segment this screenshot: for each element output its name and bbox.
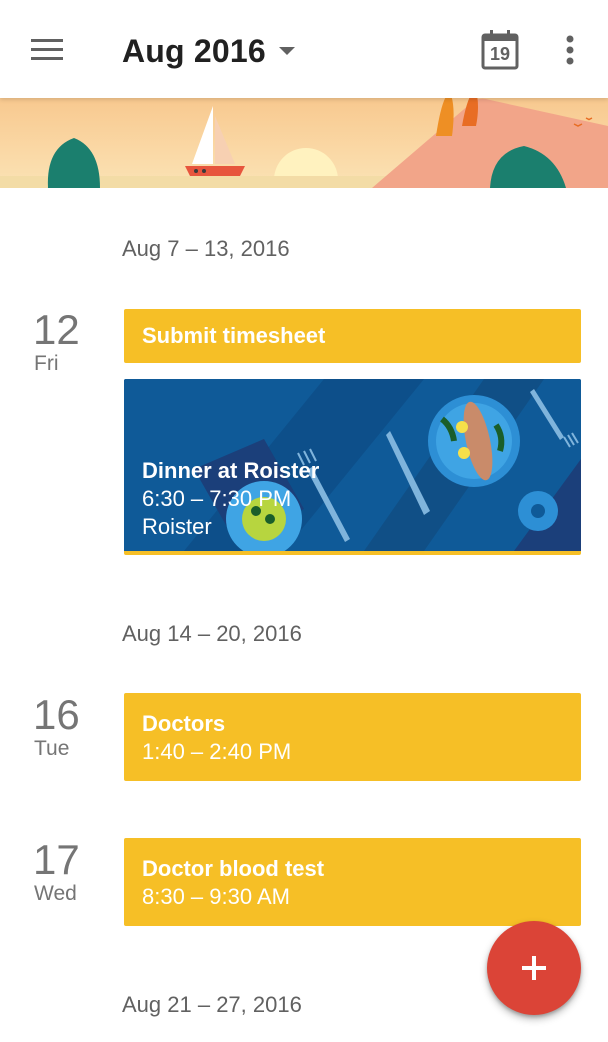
event-title: Doctors <box>142 711 226 736</box>
month-title: Aug 2016 <box>122 32 266 69</box>
day-number: 16 <box>33 691 80 738</box>
day-name: Wed <box>34 882 77 905</box>
day-number: 12 <box>33 306 80 353</box>
day-name: Tue <box>34 737 70 760</box>
event-time: 8:30 – 9:30 AM <box>142 884 290 909</box>
caret-down-icon <box>278 43 296 61</box>
event-dinner-at-roister[interactable]: Dinner at Roister 6:30 – 7:30 PM Roister <box>124 379 581 555</box>
add-event-button[interactable] <box>487 921 581 1015</box>
week-header: Aug 14 – 20, 2016 <box>122 621 302 646</box>
more-vert-icon[interactable] <box>556 30 584 70</box>
day-name: Fri <box>34 352 59 375</box>
event-doctor-blood-test[interactable]: Doctor blood test 8:30 – 9:30 AM <box>124 838 581 926</box>
event-details: Dinner at Roister 6:30 – 7:30 PM Roister <box>142 457 319 541</box>
event-doctors[interactable]: Doctors 1:40 – 2:40 PM <box>124 693 581 781</box>
week-header: Aug 7 – 13, 2016 <box>122 236 290 261</box>
hamburger-menu-icon[interactable] <box>22 28 72 72</box>
day-label-17: 17 Wed <box>33 838 103 906</box>
week-header: Aug 21 – 27, 2016 <box>122 992 302 1017</box>
calendar-today-icon[interactable]: 19 <box>478 28 522 72</box>
plus-icon <box>522 956 546 980</box>
app-bar: Aug 2016 19 <box>0 0 608 98</box>
day-label-16: 16 Tue <box>33 693 103 761</box>
event-location: Roister <box>142 514 212 539</box>
event-time: 6:30 – 7:30 PM <box>142 486 292 511</box>
day-number: 17 <box>33 836 80 883</box>
today-date: 19 <box>489 44 511 64</box>
event-title: Doctor blood test <box>142 856 325 881</box>
month-selector[interactable]: Aug 2016 <box>122 30 296 72</box>
event-title: Submit timesheet <box>142 323 326 348</box>
day-label-12: 12 Fri <box>33 308 103 376</box>
event-time: 1:40 – 2:40 PM <box>142 739 292 764</box>
event-title: Dinner at Roister <box>142 458 320 483</box>
sailboat-sunset-banner <box>0 96 608 188</box>
event-submit-timesheet[interactable]: Submit timesheet <box>124 309 581 363</box>
